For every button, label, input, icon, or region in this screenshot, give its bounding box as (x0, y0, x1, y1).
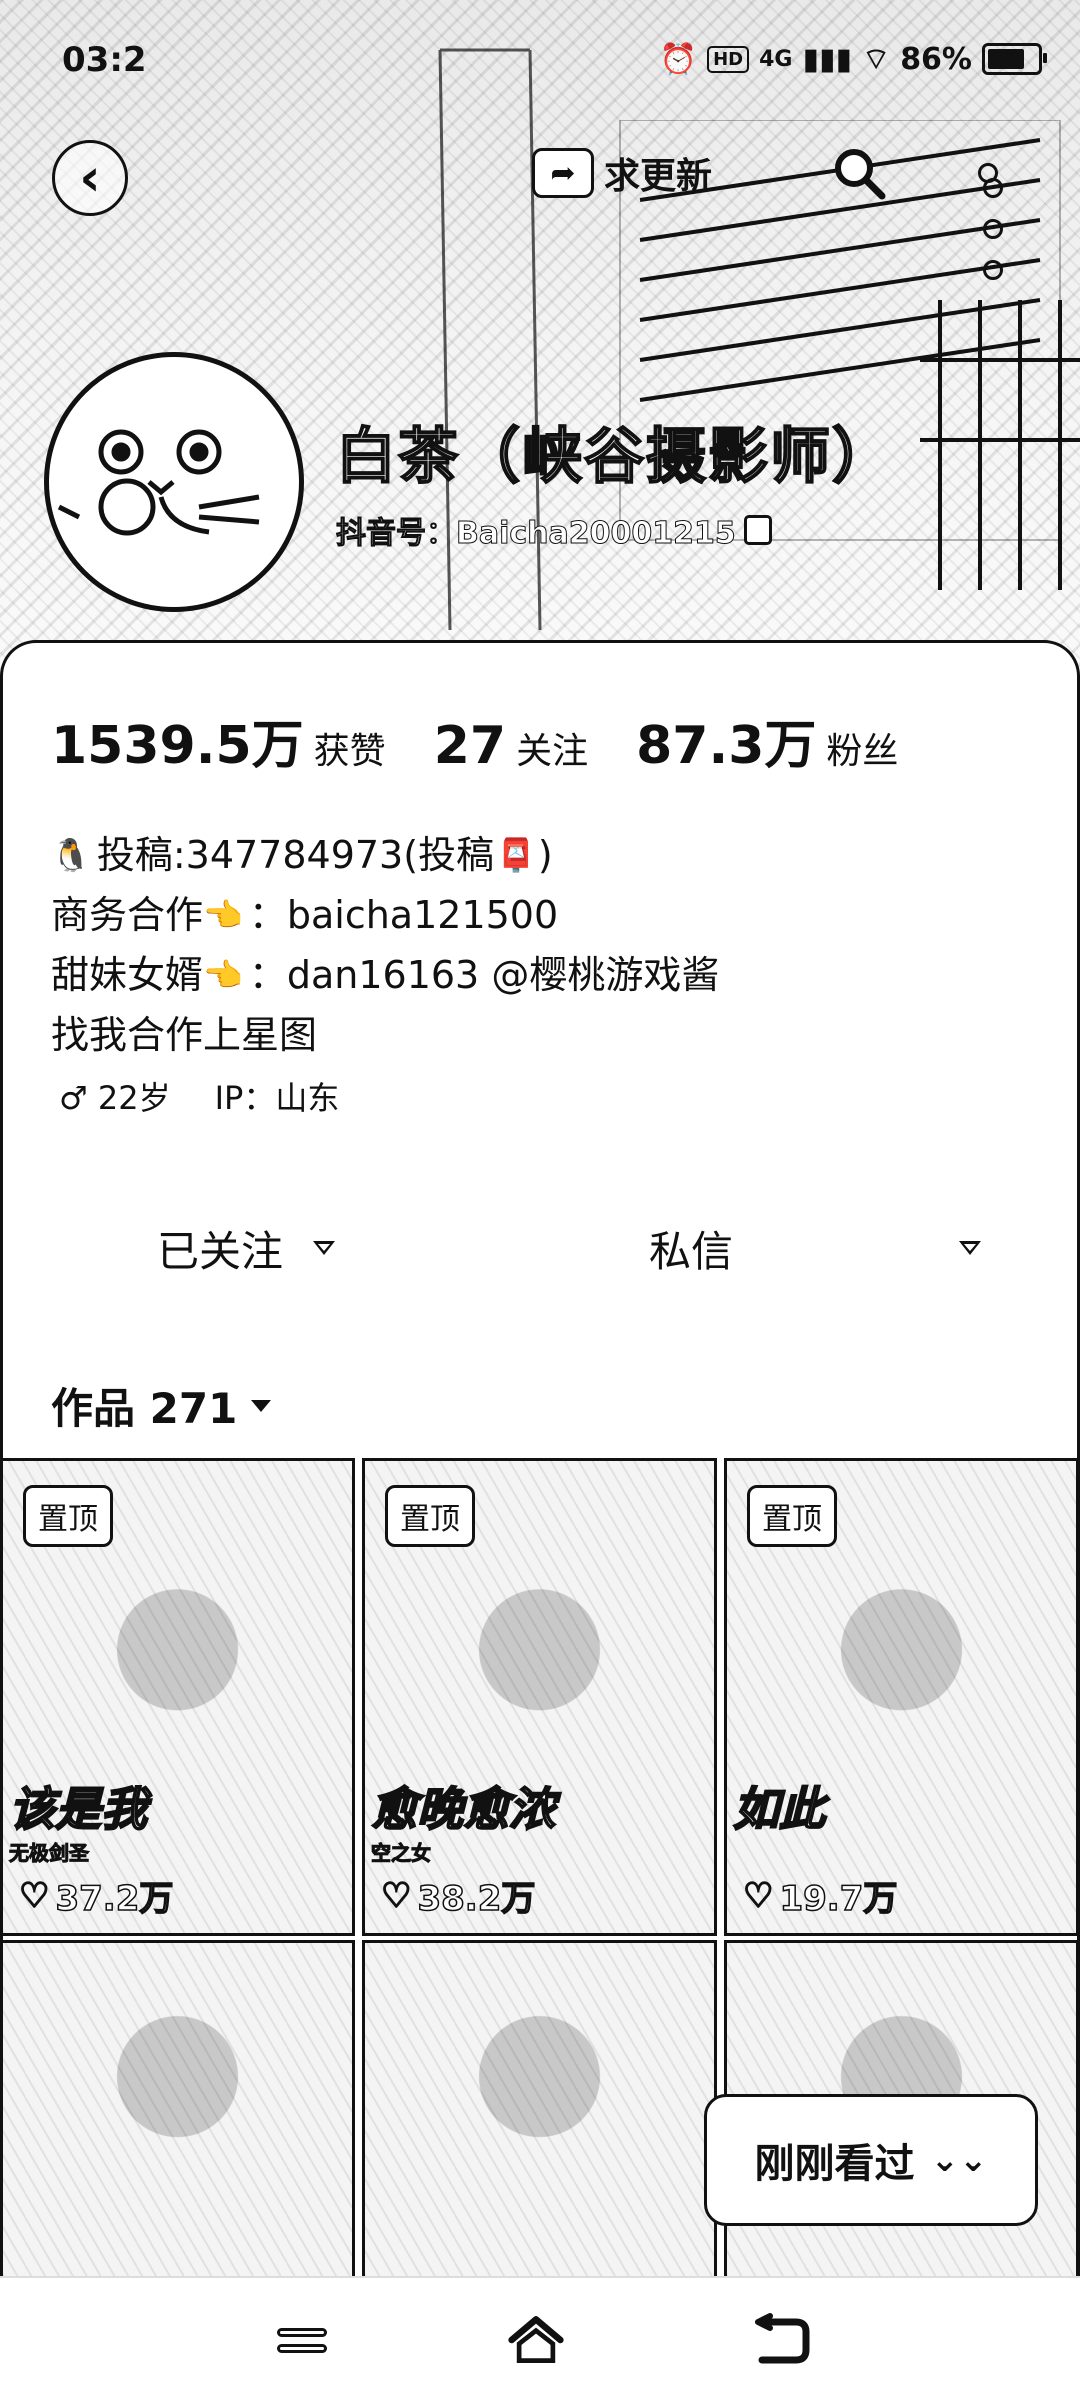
work-item[interactable]: 置顶 愈晚愈浓 空之女 ♡ 38.2万 (362, 1458, 717, 1936)
mailbox-icon: 📮 (496, 836, 536, 874)
pointing-hand-icon: 👈 (203, 896, 243, 934)
bio-line4: 找我合作上星图 (51, 1013, 318, 1057)
profile-name: 白茶（峡谷摄影师） (335, 421, 894, 493)
heart-icon: ♡ (380, 1875, 413, 1917)
system-nav-bar (0, 2276, 1080, 2402)
more-dots-icon (978, 163, 1003, 280)
bio-line-xingtu: 找我合作上星图 (51, 1005, 719, 1065)
work-overlay-text: 愈晚愈浓 (370, 1781, 556, 1837)
work-likes-count: 38.2万 (417, 1878, 536, 1920)
caret-down-icon (251, 1399, 272, 1412)
bio-line3: 甜妹女婿 (51, 953, 204, 997)
ip-tag: IP：山东 (214, 1079, 340, 1117)
heart-icon: ♡ (742, 1875, 775, 1917)
pointing-hand-icon: 👈 (203, 956, 243, 994)
works-tab-label: 作品 271 (51, 1384, 238, 1433)
work-likes: ♡ 37.2万 (18, 1871, 174, 1920)
work-item[interactable]: 置顶 该是我 无极剑圣 ♡ 37.2万 (0, 1458, 355, 1936)
action-row: 已关注 私信 (3, 1198, 1080, 1298)
work-sub-text: 无极剑圣 (9, 1841, 90, 1866)
bio-line-partner: 甜妹女婿 👈 ：dan16163 @樱桃游戏酱 (51, 945, 719, 1005)
work-item[interactable] (362, 1940, 717, 2280)
home-button[interactable] (506, 2312, 566, 2368)
bio-line2-value: ：baicha121500 (248, 893, 559, 937)
back-button[interactable]: ‹ (52, 140, 128, 216)
stat-following-label: 关注 (516, 731, 589, 772)
more-actions-button[interactable] (959, 1198, 981, 1298)
profile-banner[interactable]: 03:2 ⏰ HD 4G ▮▮▮ ⌔ 86% ‹ ➦ 求更新 白茶（峡谷摄影师）… (0, 0, 1080, 700)
battery-percent: 86% (900, 41, 972, 77)
message-label: 私信 (649, 1226, 734, 1276)
message-button[interactable]: 私信 (649, 1198, 733, 1298)
stat-likes-num: 1539.5万 (51, 716, 304, 776)
pinned-badge: 置顶 (747, 1485, 837, 1547)
request-update-button[interactable]: ➦ 求更新 (532, 140, 712, 206)
menu-bar-icon (277, 2343, 327, 2353)
work-overlay-text: 该是我 (8, 1781, 148, 1837)
more-button[interactable] (948, 140, 1028, 280)
work-likes-count: 37.2万 (55, 1878, 174, 1920)
work-likes: ♡ 38.2万 (380, 1871, 536, 1920)
copy-icon[interactable] (743, 515, 772, 545)
works-tab[interactable]: 作品 271 (51, 1375, 272, 1436)
followed-label: 已关注 (157, 1226, 284, 1276)
stat-followers-label: 粉丝 (826, 731, 899, 772)
work-likes-count: 19.7万 (779, 1878, 898, 1920)
recent-apps-button[interactable] (272, 2312, 332, 2368)
douyin-id-text: 抖音号：Baicha20001215 (336, 516, 737, 552)
network-label: 4G (759, 46, 793, 72)
profile-tags: ♂ 22岁 IP：山东 (59, 1073, 339, 1119)
search-button[interactable] (826, 140, 892, 206)
bio-line1: 投稿:347784973(投稿 (96, 833, 495, 877)
work-item[interactable] (0, 1940, 355, 2280)
work-likes: ♡ 19.7万 (742, 1871, 898, 1920)
back-arrow-icon (755, 2313, 810, 2364)
bio-line-business: 商务合作 👈 ：baicha121500 (51, 885, 719, 945)
stat-following-num: 27 (433, 716, 507, 776)
wifi-icon: ⌔ (861, 42, 891, 77)
status-time: 03:2 (62, 40, 147, 80)
bio: 🐧 投稿:347784973(投稿 📮 ) 商务合作 👈 ：baicha1215… (51, 825, 719, 1065)
heart-icon: ♡ (18, 1875, 51, 1917)
hd-badge: HD (707, 45, 750, 73)
stat-likes-label: 获赞 (313, 731, 386, 772)
back-nav-button[interactable] (752, 2312, 812, 2368)
triangle-down-icon (313, 1241, 336, 1255)
followed-button[interactable]: 已关注 (157, 1198, 336, 1298)
alarm-icon: ⏰ (659, 41, 698, 77)
bio-line2: 商务合作 (51, 893, 204, 937)
status-icons: ⏰ HD 4G ▮▮▮ ⌔ 86% (659, 40, 1047, 78)
share-arrow-icon: ➦ (532, 148, 594, 198)
home-icon (508, 2316, 564, 2363)
stat-followers[interactable]: 87.3万 粉丝 (636, 703, 898, 778)
gender-age-tag: ♂ 22岁 (59, 1079, 171, 1117)
work-overlay-text: 如此 (732, 1781, 826, 1837)
search-icon (835, 149, 886, 200)
status-bar: 03:2 ⏰ HD 4G ▮▮▮ ⌔ 86% (0, 36, 1080, 88)
chevron-left-icon: ‹ (79, 148, 101, 208)
avatar[interactable] (44, 352, 304, 612)
battery-icon (982, 43, 1047, 75)
signal-icon: ▮▮▮ (802, 41, 852, 77)
stat-likes[interactable]: 1539.5万 获赞 (51, 703, 386, 778)
douyin-id: 抖音号：Baicha20001215 (336, 508, 772, 552)
pinned-badge: 置顶 (23, 1485, 113, 1547)
pinned-badge: 置顶 (385, 1485, 475, 1547)
bio-line1-end: ) (537, 833, 553, 877)
work-item[interactable]: 置顶 如此 ♡ 19.7万 (724, 1458, 1079, 1936)
work-sub-text: 空之女 (371, 1841, 432, 1866)
double-chevron-down-icon: ⌄⌄ (930, 2140, 988, 2180)
recently-viewed-label: 刚刚看过 (754, 2141, 915, 2187)
recently-viewed-button[interactable]: 刚刚看过 ⌄⌄ (704, 2094, 1038, 2226)
request-update-label: 求更新 (604, 156, 713, 197)
stat-followers-num: 87.3万 (636, 716, 817, 776)
bio-line-submission: 🐧 投稿:347784973(投稿 📮 ) (51, 825, 719, 885)
cat-avatar-image (57, 429, 260, 536)
bio-line3-value: ：dan16163 @樱桃游戏酱 (248, 953, 720, 997)
menu-bar-icon (277, 2327, 327, 2337)
penguin-icon: 🐧 (51, 836, 91, 874)
triangle-down-icon (959, 1241, 981, 1255)
stat-following[interactable]: 27 关注 (434, 716, 588, 776)
stats-row: 1539.5万 获赞 27 关注 87.3万 粉丝 (51, 703, 946, 778)
